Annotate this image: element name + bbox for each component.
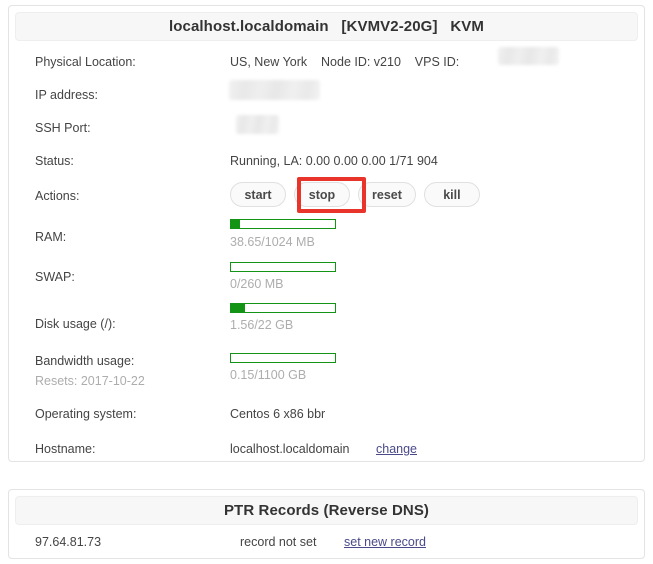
vps-info-panel: localhost.localdomain [KVMV2-20G] KVM Ph… [8,5,645,462]
kill-button[interactable]: kill [423,182,480,207]
reset-button[interactable]: reset [358,182,416,207]
operating-system-label: Operating system: [35,407,137,421]
operating-system-value: Centos 6 x86 bbr [230,407,326,421]
ptr-record-ip: 97.64.81.73 [35,535,102,549]
set-new-record-link[interactable]: set new record [344,535,426,549]
status-value: Running, LA: 0.00 0.00 0.00 1/71 904 [230,154,438,168]
swap-label: SWAP: [35,270,75,284]
swap-value: 0/260 MB [230,277,284,291]
bandwidth-usage-label: Bandwidth usage: [35,354,135,368]
stop-button[interactable]: stop [294,182,350,207]
disk-usage-progress-fill [231,304,245,312]
bandwidth-usage-progress-bar [230,353,336,363]
ram-progress-bar [230,219,336,229]
ram-value: 38.65/1024 MB [230,235,315,249]
hostname-value: localhost.localdomain [230,442,350,456]
ram-label: RAM: [35,230,67,244]
ptr-panel-title: PTR Records (Reverse DNS) [223,502,430,519]
physical-location-label: Physical Location: [35,55,136,69]
actions-label: Actions: [35,189,80,203]
actions-button-group: start stop reset kill [230,182,480,207]
physical-location-value: US, New York Node ID: v210 VPS ID: [230,55,460,69]
disk-usage-progress-bar [230,303,336,313]
ram-progress-fill [231,220,241,228]
ptr-records-panel: PTR Records (Reverse DNS) 97.64.81.73 re… [8,489,645,559]
hostname-change-link[interactable]: change [376,442,417,456]
disk-usage-value: 1.56/22 GB [230,318,294,332]
ssh-port-label: SSH Port: [35,121,91,135]
bandwidth-usage-value: 0.15/1100 GB [230,368,307,382]
vps-panel-title: localhost.localdomain [KVMV2-20G] KVM [169,18,484,35]
start-button[interactable]: start [230,182,286,207]
bandwidth-reset-date: Resets: 2017-10-22 [35,374,145,388]
hostname-label: Hostname: [35,442,96,456]
vps-id-redacted-block [498,47,559,65]
page-root: localhost.localdomain [KVMV2-20G] KVM Ph… [0,0,653,564]
ip-address-redacted-block [229,80,320,100]
ptr-panel-header: PTR Records (Reverse DNS) [15,496,638,525]
ptr-record-status: record not set [240,535,317,549]
status-label: Status: [35,154,74,168]
swap-progress-bar [230,262,336,272]
disk-usage-label: Disk usage (/): [35,317,116,331]
ssh-port-redacted-block [236,115,279,134]
vps-panel-header: localhost.localdomain [KVMV2-20G] KVM [15,12,638,41]
ip-address-label: IP address: [35,88,99,102]
